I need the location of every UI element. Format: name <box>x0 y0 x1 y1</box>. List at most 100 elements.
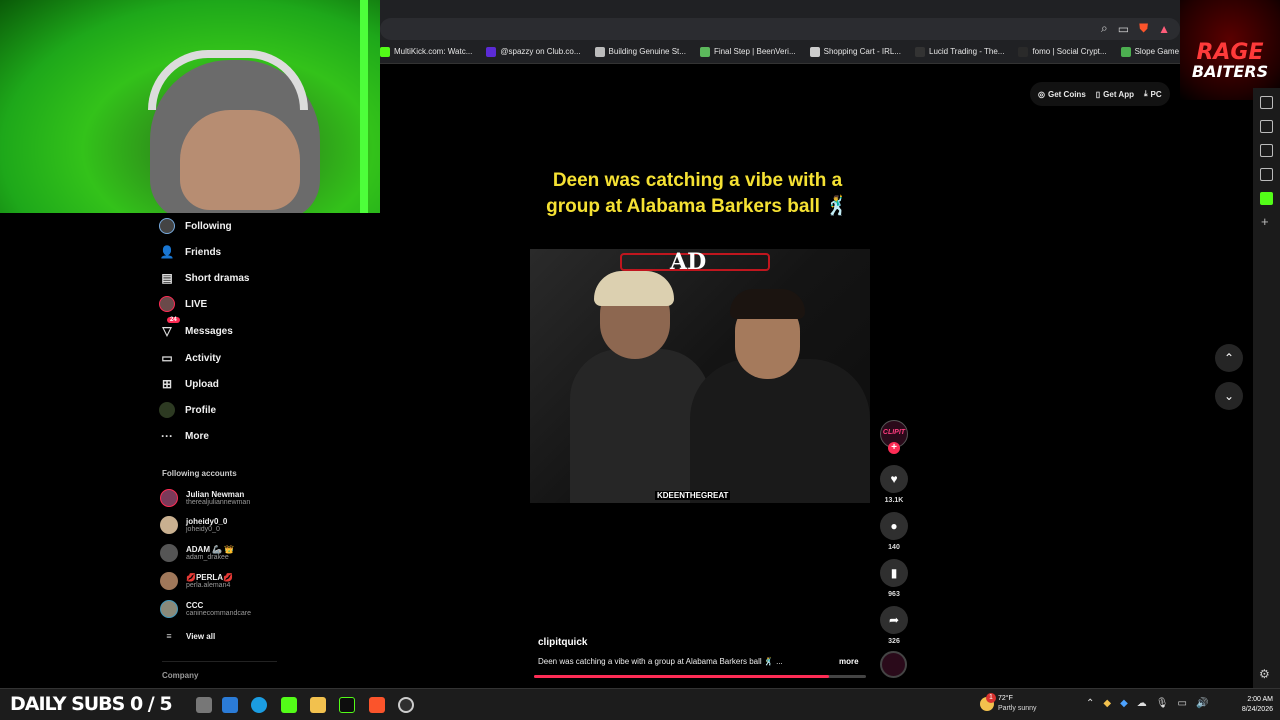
task-view-icon[interactable] <box>196 697 212 713</box>
bookmark-favicon-icon <box>915 46 925 57</box>
bookmark-item[interactable]: Final Step | BeenVeri... <box>699 46 796 57</box>
view-all-link[interactable]: ≡ View all <box>160 631 215 641</box>
kick-app-icon[interactable] <box>281 697 297 713</box>
list-icon: ≡ <box>166 631 172 641</box>
address-bar[interactable]: ⌕ ▭ ⛊ ▲ <box>380 18 1180 40</box>
account-item[interactable]: CCC caninecommandcare <box>160 600 251 618</box>
cloud-icon[interactable]: ☁ <box>1137 698 1147 709</box>
get-app-label: Get App <box>1103 89 1134 99</box>
terminal-icon[interactable] <box>339 697 355 713</box>
video-player[interactable]: AD KDEENTHEGREAT <box>530 249 870 503</box>
add-panel-icon[interactable]: + <box>1261 214 1269 229</box>
sidebar-item-label: Friends <box>185 246 222 258</box>
bookmark-item[interactable]: Slope Game <box>1120 46 1180 57</box>
microphone-icon[interactable]: 🎙 <box>1156 698 1169 709</box>
share-button[interactable]: ➦ <box>880 606 908 634</box>
video-overlay-logo: AD <box>670 249 707 275</box>
share-icon: ➦ <box>888 613 900 627</box>
account-handle: therealjuliannewman <box>186 499 251 506</box>
tray-app-icon[interactable]: ◆ <box>1120 698 1128 709</box>
account-handle: caninecommandcare <box>186 610 251 617</box>
bookmark-item[interactable]: Shopping Cart - IRL... <box>809 46 901 57</box>
account-item[interactable]: 💋PERLA💋 perla.aleman4 <box>160 572 233 590</box>
video-author[interactable]: clipitquick <box>538 637 587 648</box>
reading-list-icon[interactable] <box>1260 168 1273 181</box>
bookmark-label: Final Step | BeenVeri... <box>713 47 796 56</box>
sidebar-item-messages[interactable]: ▽ 24 Messages <box>159 317 233 341</box>
edge-icon[interactable] <box>251 697 267 713</box>
led-strip <box>360 0 368 213</box>
account-name: joheidy0_0 <box>186 517 228 526</box>
sidebar-item-label: Activity <box>185 352 222 364</box>
account-item[interactable]: ADAM 🦾 👑 adam_drakee <box>160 544 234 562</box>
webcam-overlay <box>0 0 380 213</box>
next-video-button[interactable]: ⌄ <box>1215 382 1243 410</box>
weather-badge: 1 <box>986 693 996 703</box>
follow-plus-button[interactable]: + <box>888 442 900 454</box>
bookmark-item[interactable]: Lucid Trading - The... <box>915 46 1005 57</box>
like-count: 13.1K <box>884 497 904 504</box>
tray-app-icon[interactable]: ◆ <box>1103 698 1111 709</box>
sidebar-item-label: Upload <box>185 378 219 390</box>
kick-icon[interactable] <box>1260 192 1273 205</box>
bookmarks-panel-icon[interactable] <box>1260 144 1273 157</box>
sidebar-item-label: LIVE <box>185 298 208 310</box>
copilot-icon[interactable] <box>222 697 238 713</box>
get-app-button[interactable]: ▯ Get App <box>1096 90 1134 99</box>
bookmark-item[interactable]: Building Genuine St... <box>594 46 686 57</box>
avatar <box>160 600 178 618</box>
bookmark-item[interactable]: MultiKick.com: Watc... <box>380 46 472 57</box>
bookmark-item[interactable]: @spazzy on Club.co... <box>486 46 581 57</box>
share-count: 326 <box>888 638 900 645</box>
live-icon <box>159 296 175 312</box>
file-explorer-icon[interactable] <box>310 697 326 713</box>
avatar <box>160 544 178 562</box>
weather-widget[interactable]: 1 72°F Partly sunny <box>980 693 1037 714</box>
sidebar-item-short-dramas[interactable]: ▤ Short dramas <box>159 268 249 288</box>
get-coins-button[interactable]: ◎ Get Coins <box>1038 90 1086 99</box>
more-button[interactable]: more <box>839 657 859 666</box>
sidebar-item-more[interactable]: ··· More <box>159 426 209 446</box>
pc-button[interactable]: ⤓ PC <box>1144 89 1162 99</box>
account-name: ADAM 🦾 👑 <box>186 545 235 554</box>
company-link[interactable]: Company <box>162 671 198 680</box>
comment-icon: ● <box>890 519 898 533</box>
bookmark-label: Slope Game <box>1134 47 1180 56</box>
view-all-label: View all <box>186 631 216 641</box>
bookmark-item[interactable]: fomo | Social Crypt... <box>1018 46 1107 57</box>
network-icon[interactable]: ▭ <box>1178 698 1187 709</box>
sidebar-item-activity[interactable]: ▭ Activity <box>159 348 221 368</box>
sidebar-item-friends[interactable]: 👤 Friends <box>159 242 222 262</box>
avatar <box>160 516 178 534</box>
previous-video-button[interactable]: ⌃ <box>1215 344 1243 372</box>
chevron-up-icon[interactable]: ⌃ <box>1086 698 1094 709</box>
brave-rewards-icon[interactable]: ▲ <box>1158 22 1170 36</box>
zoom-icon[interactable]: ⌕ <box>1101 21 1108 36</box>
taskbar: DAILY SUBS 0 / 5 1 72°F Partly sunny ⌃ ◆… <box>0 688 1280 720</box>
comment-count: 140 <box>888 544 900 551</box>
sidebar-item-profile[interactable]: Profile <box>159 400 216 420</box>
brave-icon[interactable] <box>369 697 385 713</box>
clock[interactable]: 2:00 AM 8/24/2026 <box>1223 695 1273 715</box>
brave-shield-icon[interactable]: ⛊ <box>1139 21 1148 36</box>
sidebar-item-live[interactable]: LIVE <box>159 294 207 314</box>
sidebar-item-upload[interactable]: ⊞ Upload <box>159 374 219 394</box>
save-button[interactable]: ▮ <box>880 559 908 587</box>
wallet-icon[interactable] <box>1260 120 1273 133</box>
cast-icon[interactable]: ▭ <box>1118 22 1129 36</box>
obs-icon[interactable] <box>398 697 414 713</box>
like-button[interactable]: ♥ <box>880 465 908 493</box>
bookmark-label: Lucid Trading - The... <box>929 47 1005 56</box>
account-item[interactable]: joheidy0_0 joheidy0_0 <box>160 516 227 534</box>
volume-icon[interactable]: 🔊 <box>1196 698 1208 709</box>
gear-icon[interactable]: ⚙ <box>1259 667 1270 681</box>
sidebar-item-following[interactable]: Following <box>159 216 232 236</box>
comment-button[interactable]: ● <box>880 512 908 540</box>
sound-disc[interactable] <box>880 651 907 678</box>
panel-icon[interactable] <box>1260 96 1273 109</box>
rage-baiters-logo: RAGE BAITERS <box>1180 0 1280 100</box>
video-progress-bar[interactable] <box>534 675 866 678</box>
account-item[interactable]: Julian Newman therealjuliannewman <box>160 489 250 507</box>
account-handle: joheidy0_0 <box>186 526 220 533</box>
streamer-face <box>180 110 300 210</box>
